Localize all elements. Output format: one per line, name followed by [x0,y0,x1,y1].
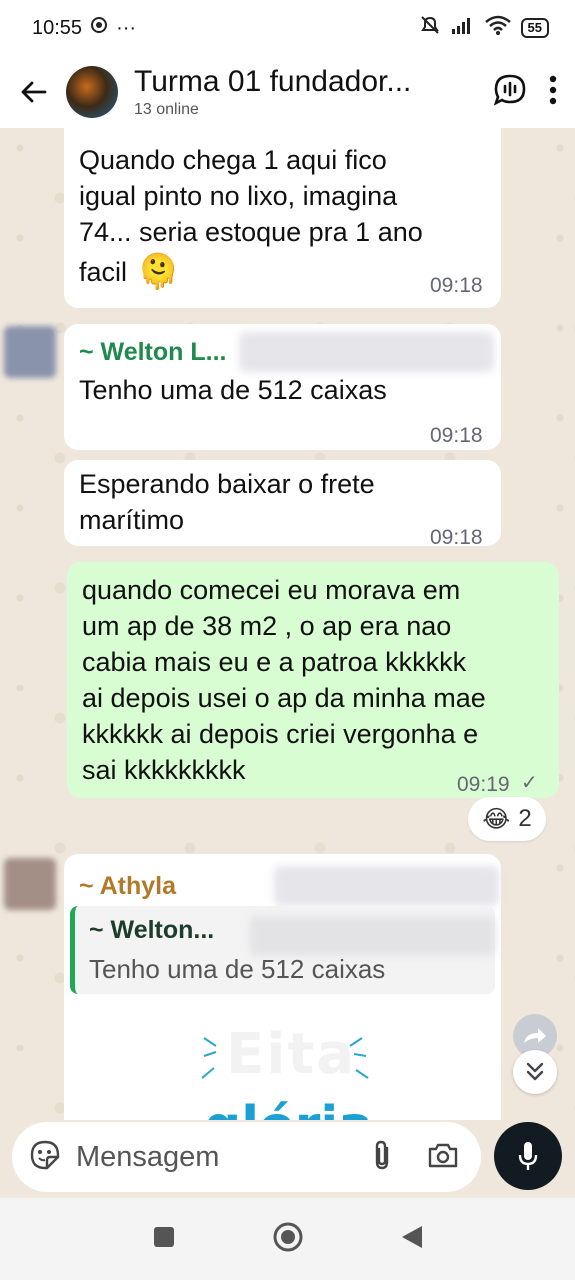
message-text-line: um ap de 38 m2 , o ap era nao [82,611,452,641]
attach-button[interactable] [371,1139,393,1176]
redacted-phone [250,916,495,956]
message-text-line: 74... seria estoque pra 1 ano [79,217,423,247]
quote-sender: ~ Welton... [89,916,215,944]
muted-alarm-icon [419,15,441,41]
melting-face-emoji: 🫠 [137,253,180,291]
message-text: Tenho uma de 512 caixas [79,375,387,405]
message-time: 09:18 [430,526,483,549]
message-text-line: quando comecei eu morava em [82,575,461,605]
reaction-count: 2 [518,805,532,832]
quoted-message[interactable]: ~ Welton... Tenho uma de 512 caixas [70,906,495,994]
outgoing-message-bubble[interactable]: quando comecei eu morava em um ap de 38 … [67,562,559,798]
status-time: 10:55 [32,16,83,39]
sticker-button[interactable] [30,1140,60,1175]
chat-info[interactable]: Turma 01 fundador... 13 online [134,65,493,119]
message-text-line: igual pinto no lixo, imagina [79,181,398,211]
scroll-to-bottom-button[interactable] [513,1050,557,1094]
message-text-line: ai depois usei o ap da minha mae [82,683,486,713]
sender-avatar[interactable] [4,858,56,910]
message-text-line: sai kkkkkkkkk [82,755,246,785]
more-options-button[interactable] [549,75,557,110]
message-text-line: facil [79,257,128,287]
wifi-icon [484,15,511,41]
message-composer[interactable]: Mensagem [12,1122,481,1192]
system-navigation-bar [0,1198,575,1280]
nav-back-button[interactable] [400,1224,424,1255]
voice-chat-button[interactable] [493,73,527,112]
camera-button[interactable] [427,1141,459,1174]
back-button[interactable] [0,80,66,104]
message-bubble[interactable]: Quando chega 1 aqui fico igual pinto no … [64,128,501,308]
message-time: 09:18 [430,424,483,447]
voice-message-button[interactable] [494,1122,562,1190]
attach-icon [375,1140,389,1169]
battery-indicator: 55 [520,18,549,38]
sticker[interactable]: Eita glória [190,1016,380,1120]
message-input[interactable]: Mensagem [76,1141,371,1174]
sender-avatar[interactable] [4,326,56,378]
redacted-phone [239,332,494,372]
back-arrow-icon [21,81,47,103]
home-button[interactable] [272,1221,304,1258]
scroll-down-icon [526,1062,544,1081]
message-bubble[interactable]: ~ Welton L... Tenho uma de 512 caixas 09… [64,324,501,450]
message-text-line: Esperando baixar o frete [79,469,375,499]
redacted-phone [274,866,499,906]
chat-title[interactable]: Turma 01 fundador... [134,65,434,99]
message-time: 09:18 [430,274,483,297]
chat-subtitle: 13 online [134,101,199,118]
group-avatar[interactable] [66,66,118,118]
message-text-line: cabia mais eu e a patroa kkkkkk [82,647,467,677]
status-bar: 10:55 ··· 55 [0,0,575,56]
message-bubble[interactable]: Esperando baixar o frete marítimo 09:18 [64,460,501,549]
recents-icon [153,1226,174,1247]
mic-icon [518,1142,538,1170]
voice-chat-icon [493,74,526,106]
chat-header: Turma 01 fundador... 13 online [0,56,575,128]
laughing-emoji: 😂 [482,805,511,833]
message-text-line: Quando chega 1 aqui fico [79,145,387,175]
quote-text: Tenho uma de 512 caixas [89,954,386,984]
sticker-icon [30,1140,60,1169]
signal-icon [451,16,475,40]
sender-name[interactable]: ~ Athyla [79,868,176,904]
chat-area[interactable]: Quando chega 1 aqui fico igual pinto no … [0,128,575,1120]
status-dots: ··· [116,16,137,39]
forward-icon [524,1028,546,1043]
sticker-text-line1: Eita [226,1022,357,1087]
reaction-badge[interactable]: 😂 2 [468,797,546,841]
sent-check-icon: ✓ [521,772,538,794]
home-icon [273,1222,302,1251]
whatsapp-status-icon [90,16,108,40]
message-text-line: marítimo [79,505,185,535]
camera-icon [428,1143,458,1167]
sticker-text-line2: glória [204,1096,373,1120]
sender-name[interactable]: ~ Welton L... [79,334,226,370]
more-icon [549,75,557,104]
nav-back-icon [401,1225,422,1248]
recents-button[interactable] [152,1225,176,1254]
message-text-line: kkkkkk ai depois criei vergonha e [82,719,479,749]
